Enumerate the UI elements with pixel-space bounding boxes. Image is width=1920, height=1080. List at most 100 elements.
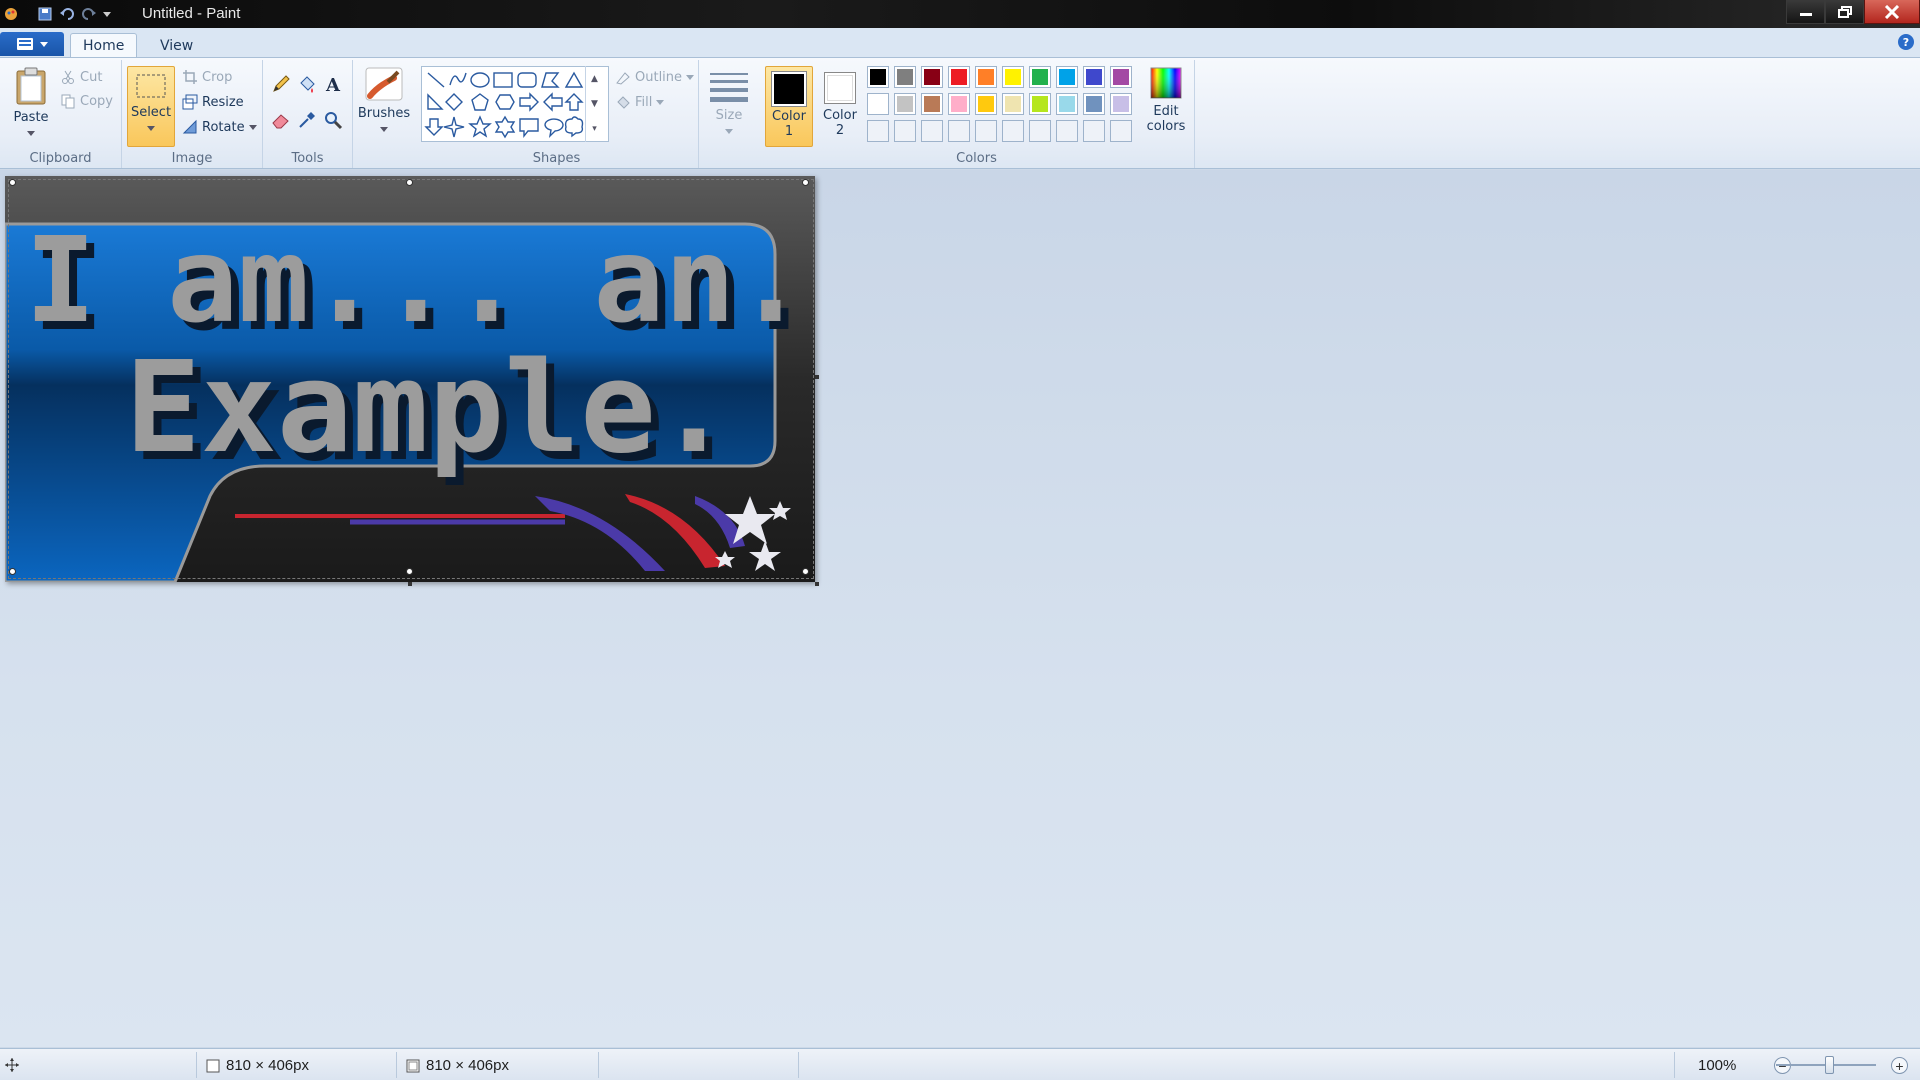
- custom-color-slot[interactable]: [1083, 120, 1105, 142]
- up-arrow-icon: [564, 93, 584, 111]
- brushes-button[interactable]: Brushes: [357, 66, 411, 136]
- restore-button[interactable]: [1825, 0, 1864, 24]
- resize-button[interactable]: Resize: [182, 91, 244, 113]
- fill-button[interactable]: Fill: [615, 91, 665, 113]
- zoom-slider-thumb[interactable]: [1825, 1056, 1834, 1074]
- tab-view[interactable]: View: [148, 33, 205, 58]
- crop-button[interactable]: Crop: [182, 66, 232, 88]
- palette-swatch[interactable]: [894, 66, 916, 88]
- cut-button[interactable]: Cut: [60, 66, 102, 88]
- scroll-down-icon[interactable]: ▼: [591, 99, 598, 109]
- scroll-up-icon[interactable]: ▲: [591, 74, 598, 84]
- selection-handle-top[interactable]: [406, 179, 413, 186]
- rotate-icon: [182, 119, 197, 134]
- palette-swatch[interactable]: [948, 93, 970, 115]
- paint-menu-button[interactable]: [0, 32, 64, 56]
- scissors-icon: [62, 70, 74, 84]
- status-bar: 810 × 406px 810 × 406px 100% − +: [0, 1048, 1920, 1080]
- palette-swatch[interactable]: [894, 93, 916, 115]
- undo-icon[interactable]: [56, 3, 78, 25]
- fill-bucket-icon[interactable]: [295, 72, 319, 96]
- custom-color-slot[interactable]: [948, 120, 970, 142]
- selection-handle-top-right[interactable]: [802, 179, 809, 186]
- palette-swatch[interactable]: [1083, 66, 1105, 88]
- custom-color-slot[interactable]: [1002, 120, 1024, 142]
- selection-handle-bottom-left[interactable]: [9, 568, 16, 575]
- palette-swatch[interactable]: [1083, 93, 1105, 115]
- save-icon[interactable]: [34, 3, 56, 25]
- edit-colors-button[interactable]: Edit colors: [1141, 66, 1191, 134]
- clipboard-group-label: Clipboard: [29, 151, 92, 166]
- canvas-resize-handle-corner[interactable]: [815, 582, 819, 586]
- redo-icon[interactable]: [78, 3, 100, 25]
- shapes-gallery[interactable]: [421, 66, 609, 142]
- chevron-down-icon: [147, 126, 155, 131]
- canvas-workspace[interactable]: I am... an... I am... an... Example. Exa…: [0, 170, 1920, 1047]
- minimize-button[interactable]: [1786, 0, 1825, 24]
- custom-color-slot[interactable]: [1029, 120, 1051, 142]
- zoom-in-button[interactable]: +: [1891, 1057, 1908, 1074]
- palette-swatch[interactable]: [1029, 66, 1051, 88]
- select-button[interactable]: Select: [127, 66, 175, 147]
- palette-swatch[interactable]: [1002, 93, 1024, 115]
- custom-color-slot[interactable]: [1056, 120, 1078, 142]
- ribbon: Paste Cut Copy Clipboard Select Crop Res…: [0, 57, 1920, 169]
- rectangle-callout-icon: [519, 118, 539, 138]
- canvas-resize-handle-right[interactable]: [815, 375, 819, 379]
- palette-swatch[interactable]: [948, 66, 970, 88]
- palette-swatch[interactable]: [1056, 93, 1078, 115]
- custom-color-slot[interactable]: [975, 120, 997, 142]
- rotate-button[interactable]: Rotate: [182, 116, 257, 138]
- shapes-gallery-scroll[interactable]: ▲ ▼ ▾: [585, 66, 603, 142]
- palette-swatch[interactable]: [1056, 66, 1078, 88]
- close-button[interactable]: [1864, 0, 1920, 24]
- canvas-resize-handle-bottom[interactable]: [408, 582, 412, 586]
- chevron-down-icon: [27, 131, 35, 136]
- palette-swatch[interactable]: [1110, 66, 1132, 88]
- size-button[interactable]: Size: [705, 70, 753, 138]
- palette-swatch[interactable]: [921, 93, 943, 115]
- palette-swatch[interactable]: [867, 93, 889, 115]
- palette-swatch[interactable]: [975, 66, 997, 88]
- chevron-down-icon: [40, 42, 48, 47]
- color2-button[interactable]: Color 2: [817, 66, 863, 138]
- colors-group-label: Colors: [956, 151, 997, 166]
- copy-button[interactable]: Copy: [60, 90, 113, 112]
- selection-handle-bottom-right[interactable]: [802, 568, 809, 575]
- palette-swatch[interactable]: [1029, 93, 1051, 115]
- magnifier-icon[interactable]: [321, 108, 345, 132]
- palette-swatch[interactable]: [1002, 66, 1024, 88]
- color1-button[interactable]: Color 1: [765, 66, 813, 147]
- eraser-icon[interactable]: [269, 108, 293, 132]
- palette-swatch[interactable]: [921, 66, 943, 88]
- color-picker-icon[interactable]: [295, 108, 319, 132]
- canvas-text-line2-front: Example.: [125, 334, 732, 481]
- custom-color-slot[interactable]: [894, 120, 916, 142]
- selection-handle-bottom[interactable]: [406, 568, 413, 575]
- chevron-down-icon: [248, 125, 257, 130]
- palette-swatch[interactable]: [1110, 93, 1132, 115]
- pencil-icon[interactable]: [269, 72, 293, 96]
- chevron-down-icon: [725, 129, 733, 134]
- custom-color-slot[interactable]: [867, 120, 889, 142]
- title-bar: Untitled - Paint: [0, 0, 1920, 28]
- outline-button[interactable]: Outline: [615, 66, 695, 88]
- paint-icon[interactable]: [0, 3, 22, 25]
- custom-color-slot[interactable]: [921, 120, 943, 142]
- help-icon[interactable]: ?: [1898, 34, 1914, 50]
- selection-handle-top-left[interactable]: [9, 179, 16, 186]
- fill-icon: [617, 96, 630, 109]
- shapes-gallery-icons: [424, 71, 584, 139]
- paste-button[interactable]: Paste: [6, 66, 56, 140]
- text-icon[interactable]: A: [321, 72, 345, 96]
- palette-swatch[interactable]: [975, 93, 997, 115]
- custom-color-slot[interactable]: [1110, 120, 1132, 142]
- svg-text:A: A: [325, 75, 341, 94]
- gallery-more-icon[interactable]: ▾: [592, 124, 597, 134]
- drawing-canvas[interactable]: I am... an... I am... an... Example. Exa…: [5, 176, 815, 582]
- palette-swatch[interactable]: [867, 66, 889, 88]
- tab-home[interactable]: Home: [70, 33, 138, 58]
- customize-qat-icon[interactable]: [100, 3, 114, 25]
- close-icon: [1884, 4, 1900, 19]
- cursor-position: [4, 1057, 20, 1073]
